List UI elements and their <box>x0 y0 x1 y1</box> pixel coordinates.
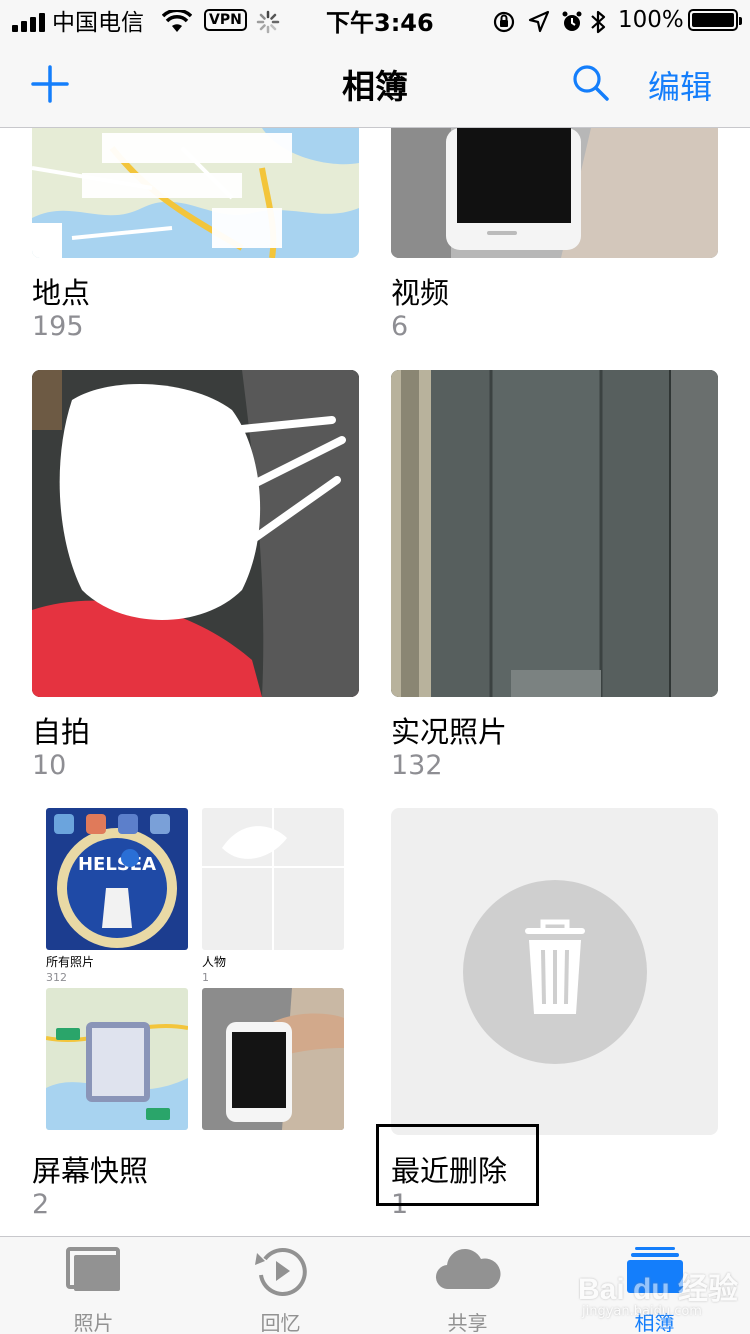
svg-text:HELSEA: HELSEA <box>78 854 156 875</box>
navigation-bar: 相簿 编辑 <box>0 40 750 128</box>
vpn-badge: VPN <box>204 9 247 31</box>
watermark-url: jingyan.baidu.com <box>582 1304 702 1319</box>
album-title: 实况照片 <box>391 715 508 749</box>
preview-people-label: 人物 <box>202 955 227 969</box>
album-title: 地点 <box>32 276 91 310</box>
album-count: 132 <box>391 750 443 781</box>
album-count: 195 <box>32 311 84 342</box>
tab-label: 回忆 <box>260 1311 301 1334</box>
signal-strength-icon <box>12 10 45 32</box>
battery-icon <box>688 9 742 31</box>
carrier-name: 中国电信 <box>52 10 144 36</box>
watermark-text: Bai du 经验 <box>578 1273 739 1306</box>
highlight-box <box>376 1124 539 1206</box>
album-count: 10 <box>32 750 67 781</box>
tab-photos[interactable]: 照片 <box>0 1237 187 1334</box>
recently-deleted-thumbnail <box>391 808 718 1135</box>
album-count: 6 <box>391 311 409 342</box>
tab-label: 共享 <box>447 1311 488 1334</box>
tab-memories[interactable]: 回忆 <box>187 1237 374 1334</box>
baidu-watermark: Bai du 经验 jingyan.baidu.com <box>572 1262 742 1326</box>
preview-all-photos-count: 312 <box>46 971 67 984</box>
preview-home-screen: HELSEA <box>46 808 188 950</box>
tab-shared[interactable]: 共享 <box>374 1237 561 1334</box>
live-photos-thumbnail <box>391 370 718 697</box>
edit-button[interactable]: 编辑 <box>648 62 712 108</box>
preview-people-count: 1 <box>202 971 209 984</box>
screenshots-thumbnail: HELSEA 所有照片 312 人物 1 <box>32 808 359 1135</box>
preview-map-screenshot <box>46 988 188 1130</box>
videos-thumbnail <box>391 128 718 258</box>
search-button[interactable] <box>570 62 612 104</box>
album-videos[interactable]: 视频 6 <box>391 128 718 348</box>
preview-phone-photo <box>202 988 344 1130</box>
cloud-icon <box>435 1249 501 1290</box>
album-title: 视频 <box>391 276 450 310</box>
album-screenshots[interactable]: HELSEA 所有照片 312 人物 1 屏幕快照 2 <box>32 808 359 1220</box>
album-live-photos[interactable]: 实况照片 132 <box>391 370 718 781</box>
battery-percentage: 100% <box>618 7 684 33</box>
selfies-thumbnail <box>32 370 359 697</box>
status-bar: 中国电信 VPN 下午3:46 100% <box>0 0 750 40</box>
memories-icon <box>254 1248 307 1296</box>
trash-icon <box>463 880 647 1064</box>
activity-spinner-icon <box>256 8 280 36</box>
album-title: 自拍 <box>32 715 91 749</box>
bluetooth-icon <box>590 8 606 36</box>
search-icon <box>573 65 609 101</box>
wifi-icon <box>162 8 192 36</box>
album-title: 屏幕快照 <box>32 1154 149 1188</box>
preview-people <box>202 808 344 950</box>
preview-all-photos-label: 所有照片 <box>46 955 95 969</box>
alarm-icon <box>560 8 584 36</box>
page-title: 相簿 <box>342 67 408 106</box>
photos-icon <box>65 1247 120 1291</box>
location-arrow-icon <box>528 8 550 36</box>
places-map-thumbnail <box>32 128 359 258</box>
clock: 下午3:46 <box>326 8 434 37</box>
album-selfies[interactable]: 自拍 10 <box>32 370 359 781</box>
orientation-lock-icon <box>492 8 516 36</box>
album-places[interactable]: 地点 195 <box>32 128 359 348</box>
album-count: 2 <box>32 1189 50 1220</box>
tab-label: 照片 <box>73 1311 114 1334</box>
